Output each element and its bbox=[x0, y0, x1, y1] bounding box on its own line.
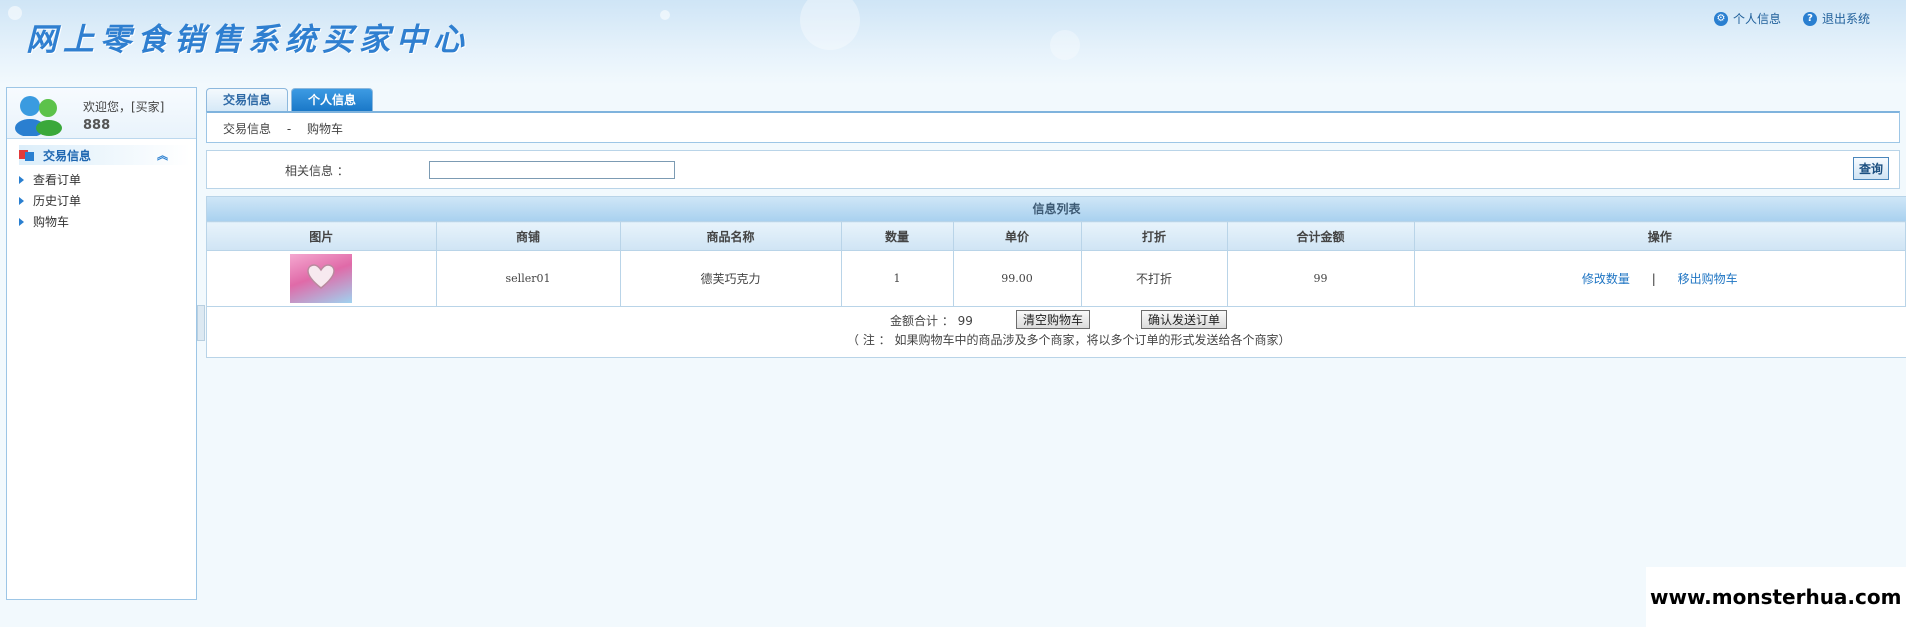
search-button[interactable]: 查询 bbox=[1852, 157, 1889, 180]
trade-icon bbox=[19, 150, 34, 161]
settings-icon: ⚙ bbox=[1713, 11, 1728, 26]
table-row: seller01 德芙巧克力 1 99.00 不打折 99 修改数量 | 移出购… bbox=[207, 250, 1906, 307]
shop-cell: seller01 bbox=[436, 250, 621, 307]
column-header: 商品名称 bbox=[620, 221, 842, 251]
avatar bbox=[15, 96, 62, 136]
sidebar-item-label: 购物车 bbox=[33, 215, 70, 229]
column-header: 图片 bbox=[207, 221, 437, 251]
sidebar-item-label: 查看订单 bbox=[33, 173, 82, 187]
search-input[interactable] bbox=[429, 161, 675, 179]
header-banner: 网上零食销售系统买家中心 ⚙ 个人信息 ? 退出系统 bbox=[0, 0, 1906, 85]
triangle-right-icon bbox=[19, 217, 24, 226]
column-header: 数量 bbox=[841, 221, 954, 251]
cart-summary: 金额合计 ： 99 清空购物车 确认发送订单 bbox=[207, 308, 1906, 330]
profile-link[interactable]: ⚙ 个人信息 bbox=[1713, 10, 1781, 27]
list-title: 信息列表 bbox=[207, 197, 1906, 221]
column-header: 单价 bbox=[953, 221, 1082, 251]
sidebar-splitter-handle[interactable] bbox=[197, 305, 205, 341]
product-thumbnail[interactable] bbox=[290, 254, 353, 303]
breadcrumb-section: 交易信息 bbox=[223, 122, 272, 136]
triangle-right-icon bbox=[19, 196, 24, 205]
discount-cell: 不打折 bbox=[1081, 250, 1228, 307]
collapse-icon[interactable]: ︽ bbox=[157, 147, 168, 163]
triangle-right-icon bbox=[19, 175, 24, 184]
column-header: 商铺 bbox=[436, 221, 621, 251]
sidebar-item-cart[interactable]: 购物车 bbox=[7, 211, 196, 232]
breadcrumb-separator: - bbox=[286, 122, 292, 136]
price-cell: 99.00 bbox=[953, 250, 1082, 307]
cart-list: 信息列表 图片 商铺 商品名称 数量 单价 打折 合计金额 操作 seller0… bbox=[206, 196, 1906, 358]
profile-link-label: 个人信息 bbox=[1732, 12, 1781, 26]
total-cell: 99 bbox=[1227, 250, 1415, 307]
search-bar: 相关信息 ： 查询 bbox=[206, 150, 1900, 189]
heart-icon bbox=[307, 264, 336, 289]
logout-link-label: 退出系统 bbox=[1821, 12, 1870, 26]
username: 888 bbox=[83, 118, 111, 133]
breadcrumb: 交易信息 - 购物车 bbox=[206, 111, 1900, 143]
sidebar: 欢迎您，[买家] 888 交易信息 ︽ 查看订单 历史订单 购物车 bbox=[6, 87, 197, 600]
tab-bar: 交易信息 个人信息 bbox=[206, 88, 374, 111]
cart-table: 图片 商铺 商品名称 数量 单价 打折 合计金额 操作 seller01 德芙巧… bbox=[207, 221, 1906, 307]
watermark: www.monsterhua.com bbox=[1646, 567, 1906, 627]
watermark-text: www.monsterhua.com bbox=[1650, 585, 1902, 609]
quantity-cell: 1 bbox=[841, 250, 954, 307]
confirm-order-button[interactable]: 确认发送订单 bbox=[1141, 310, 1228, 329]
logout-link[interactable]: ? 退出系统 bbox=[1802, 10, 1870, 27]
user-box: 欢迎您，[买家] 888 bbox=[7, 88, 196, 139]
sidebar-item-view-orders[interactable]: 查看订单 bbox=[7, 169, 196, 190]
cart-note: （ 注 ： 如果购物车中的商品涉及多个商家，将以多个订单的形式发送给各个商家） bbox=[847, 333, 1291, 347]
product-image-cell bbox=[207, 250, 437, 307]
welcome-text: 欢迎您，[买家] bbox=[83, 100, 165, 114]
top-links: ⚙ 个人信息 ? 退出系统 bbox=[1713, 10, 1870, 27]
help-icon: ? bbox=[1802, 11, 1817, 26]
search-label: 相关信息 ： bbox=[285, 164, 349, 178]
action-separator: | bbox=[1651, 272, 1656, 286]
tab-personal-info[interactable]: 个人信息 bbox=[291, 88, 374, 111]
clear-cart-button[interactable]: 清空购物车 bbox=[1016, 310, 1091, 329]
column-header: 打折 bbox=[1081, 221, 1228, 251]
remove-from-cart-link[interactable]: 移出购物车 bbox=[1678, 272, 1738, 286]
breadcrumb-page: 购物车 bbox=[307, 122, 344, 136]
actions-cell: 修改数量 | 移出购物车 bbox=[1414, 250, 1906, 307]
sidebar-section-title: 交易信息 bbox=[43, 148, 92, 163]
sidebar-item-history-orders[interactable]: 历史订单 bbox=[7, 190, 196, 211]
app-title: 网上零食销售系统买家中心 bbox=[26, 22, 470, 58]
product-name-cell: 德芙巧克力 bbox=[620, 250, 842, 307]
column-header: 操作 bbox=[1414, 221, 1906, 251]
sidebar-section-header[interactable]: 交易信息 ︽ bbox=[19, 145, 190, 165]
edit-quantity-link[interactable]: 修改数量 bbox=[1582, 272, 1630, 286]
tab-trade-info[interactable]: 交易信息 bbox=[206, 88, 289, 111]
column-header: 合计金额 bbox=[1227, 221, 1415, 251]
total-amount: 金额合计 ： 99 bbox=[890, 314, 973, 328]
table-header-row: 图片 商铺 商品名称 数量 单价 打折 合计金额 操作 bbox=[207, 221, 1906, 251]
sidebar-item-label: 历史订单 bbox=[33, 194, 82, 208]
